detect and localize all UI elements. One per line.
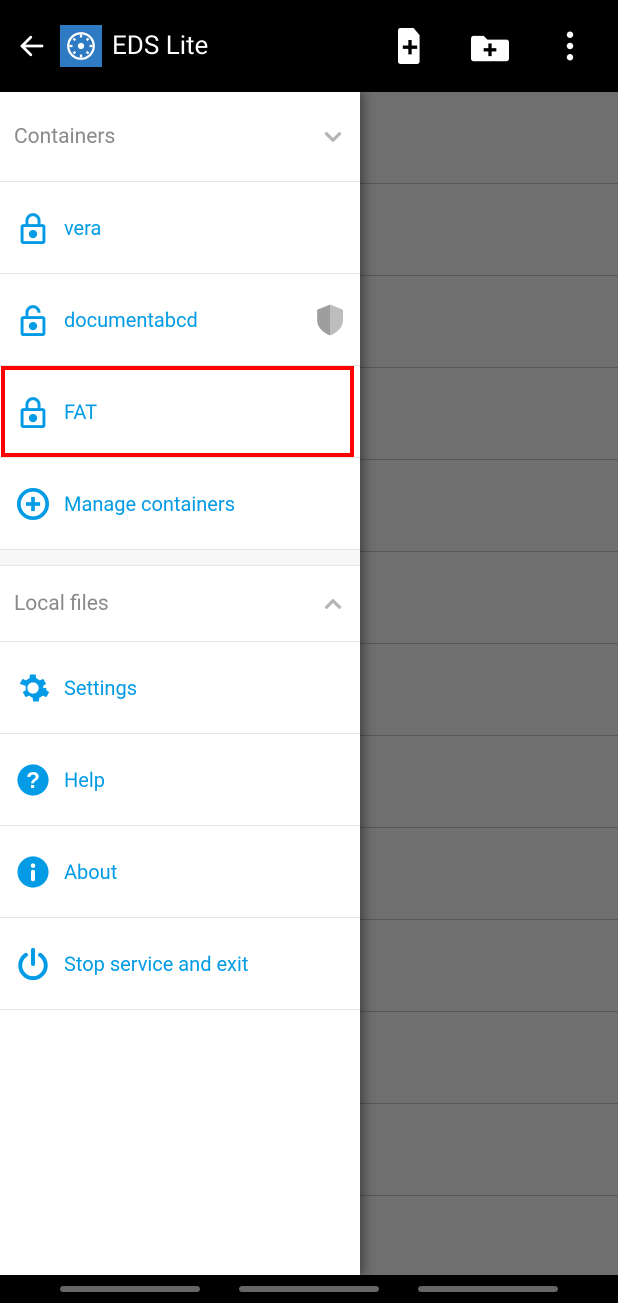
help-label: Help	[64, 768, 105, 792]
nav-pill[interactable]	[418, 1286, 558, 1292]
about-label: About	[64, 860, 117, 884]
manage-containers-label: Manage containers	[64, 492, 235, 516]
app-title: EDS Lite	[112, 31, 208, 61]
highlight-box	[1, 366, 354, 457]
section-separator	[0, 550, 360, 566]
stop-service-item[interactable]: Stop service and exit	[0, 918, 360, 1010]
app-icon	[60, 25, 102, 67]
nav-pill[interactable]	[239, 1286, 379, 1292]
power-icon	[14, 945, 52, 983]
navigation-drawer: Containers vera documentabcd	[0, 92, 360, 1275]
container-item-vera[interactable]: vera	[0, 182, 360, 274]
new-file-icon	[394, 28, 426, 64]
shield-icon	[314, 302, 346, 338]
svg-text:?: ?	[26, 766, 40, 792]
back-arrow-icon	[17, 31, 47, 61]
manage-containers-item[interactable]: Manage containers	[0, 458, 360, 550]
settings-item[interactable]: Settings	[0, 642, 360, 734]
info-icon	[14, 853, 52, 891]
container-label: documentabcd	[64, 308, 198, 332]
new-file-button[interactable]	[380, 16, 440, 76]
plus-circle-icon	[14, 485, 52, 523]
overflow-menu-button[interactable]	[540, 16, 600, 76]
new-folder-icon	[471, 30, 509, 62]
about-item[interactable]: About	[0, 826, 360, 918]
overflow-icon	[566, 31, 574, 61]
system-nav-bar	[0, 1275, 618, 1303]
unlock-icon	[14, 301, 52, 339]
back-button[interactable]	[8, 22, 56, 70]
chevron-up-icon	[320, 591, 346, 617]
chevron-down-icon	[320, 124, 346, 150]
new-folder-button[interactable]	[460, 16, 520, 76]
container-label: vera	[64, 216, 101, 240]
section-title: Containers	[14, 125, 115, 149]
help-icon: ?	[14, 761, 52, 799]
stop-service-label: Stop service and exit	[64, 952, 248, 976]
nav-pill[interactable]	[60, 1286, 200, 1292]
container-label: FAT	[64, 400, 97, 424]
section-header-containers[interactable]: Containers	[0, 92, 360, 182]
app-clock-icon	[64, 29, 98, 63]
section-title: Local files	[14, 592, 109, 616]
container-item-documentabcd[interactable]: documentabcd	[0, 274, 360, 366]
settings-label: Settings	[64, 676, 137, 700]
help-item[interactable]: ? Help	[0, 734, 360, 826]
lock-icon	[14, 393, 52, 431]
container-item-fat[interactable]: FAT	[0, 366, 360, 458]
gear-icon	[14, 669, 52, 707]
action-bar: EDS Lite	[0, 0, 618, 92]
lock-icon	[14, 209, 52, 247]
section-header-localfiles[interactable]: Local files	[0, 566, 360, 642]
